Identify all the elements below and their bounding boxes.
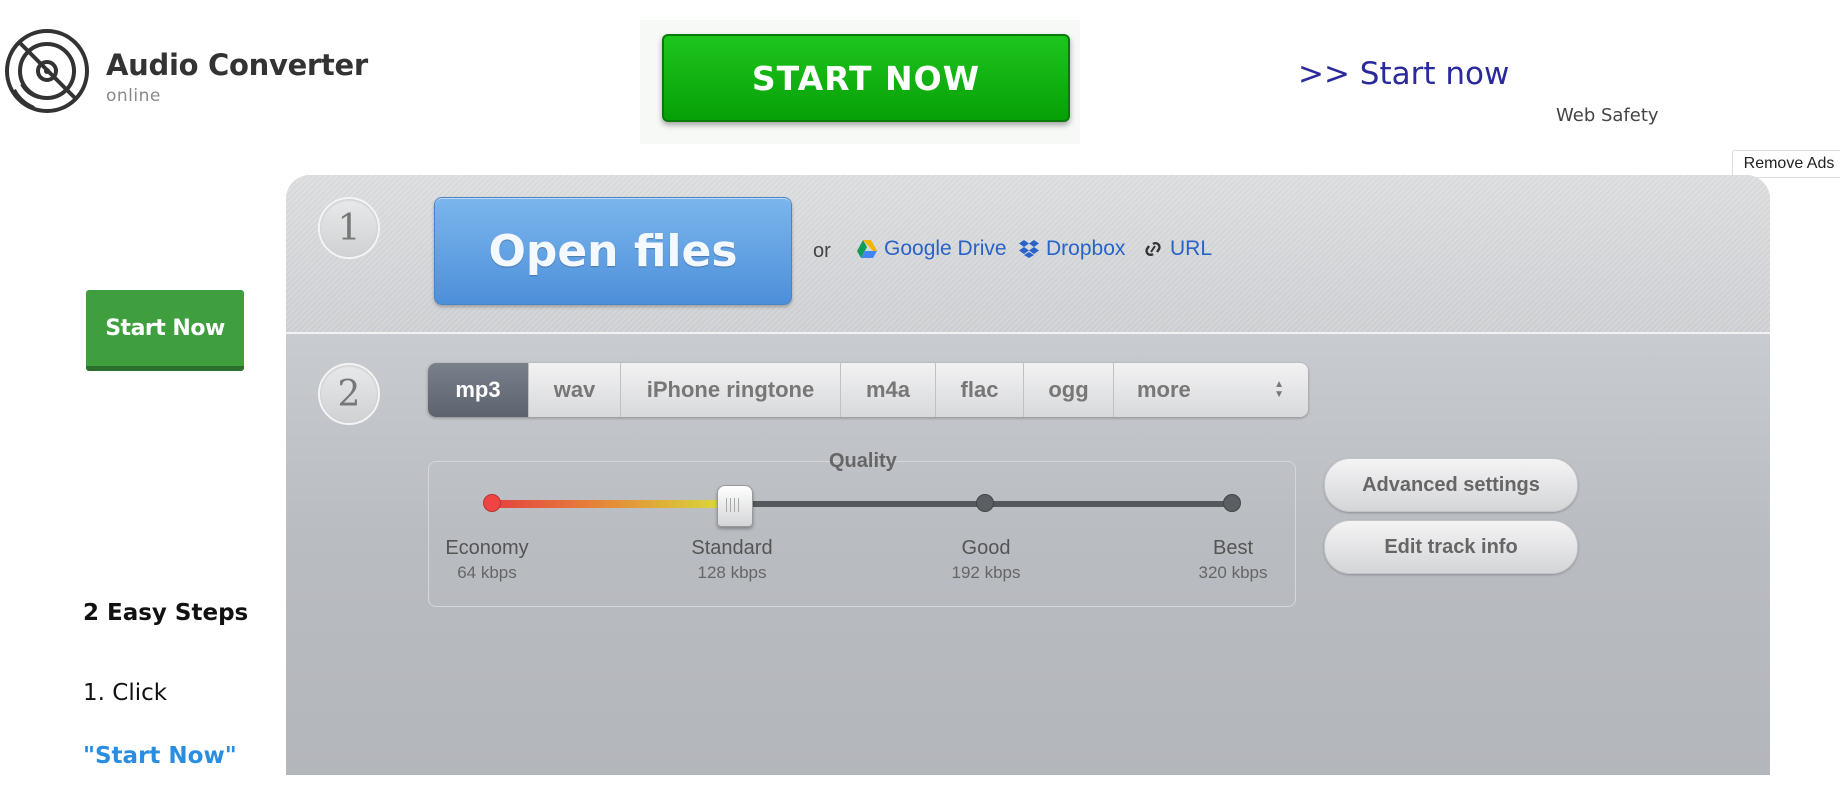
quality-tick-economy[interactable] [483, 494, 501, 512]
or-label: or [813, 240, 831, 262]
quality-level-good: Good [961, 537, 1011, 559]
step1-prefix: 1. Click [83, 680, 168, 706]
open-files-button[interactable]: Open files [434, 197, 792, 305]
quality-level-best: Best [1212, 537, 1254, 559]
step-number-2: 2 [318, 363, 380, 425]
ad-start-now-button[interactable]: START NOW [662, 34, 1070, 122]
dropbox-label: Dropbox [1046, 237, 1126, 260]
disc-icon [5, 29, 89, 113]
tab-format-wav[interactable]: wav [529, 363, 621, 417]
tab-format-m4a[interactable]: m4a [841, 363, 936, 417]
quality-box [428, 461, 1296, 607]
format-more-label: more [1137, 377, 1191, 402]
tab-format-iphone-ringtone[interactable]: iPhone ringtone [621, 363, 841, 417]
quality-slider-thumb[interactable] [717, 485, 753, 527]
quality-tick-best[interactable] [1223, 494, 1241, 512]
quality-level-standard: Standard [691, 537, 773, 559]
step-number-1: 1 [318, 197, 380, 259]
quality-slider-fill [492, 500, 722, 508]
format-more-select[interactable]: more ▲ ▼ [1114, 363, 1308, 417]
ad-start-now-link[interactable]: >> Start now [1298, 56, 1509, 92]
google-drive-icon [857, 240, 877, 258]
google-drive-label: Google Drive [884, 237, 1007, 260]
brand-name: Audio Converter [106, 48, 368, 82]
advanced-settings-button[interactable]: Advanced settings [1324, 458, 1578, 512]
dropbox-icon [1019, 240, 1039, 258]
tab-format-mp3[interactable]: mp3 [428, 363, 529, 417]
steps-title: 2 Easy Steps [83, 600, 249, 626]
quality-tick-good[interactable] [976, 494, 994, 512]
format-tabs: mp3 wav iPhone ringtone m4a flac ogg mor… [428, 363, 1308, 417]
step1-text: 1. Click "Start Now" [83, 662, 243, 788]
url-label: URL [1170, 237, 1213, 260]
tab-format-flac[interactable]: flac [936, 363, 1024, 417]
quality-level-economy: Economy [445, 537, 529, 559]
brand-subtitle: online [106, 86, 161, 106]
quality-rate-best: 320 kbps [1198, 563, 1268, 582]
converter-panel: 1 Open files or Google Drive Dropbox URL… [286, 175, 1770, 775]
tab-format-ogg[interactable]: ogg [1024, 363, 1114, 417]
sidebar-start-now-button[interactable]: Start Now [86, 290, 244, 371]
google-drive-link[interactable]: Google Drive [856, 237, 1007, 261]
select-arrows-icon: ▲ ▼ [1274, 379, 1284, 400]
web-safety-label: Web Safety [1556, 105, 1659, 126]
remove-ads-button[interactable]: Remove Ads [1732, 150, 1840, 178]
link-icon [1145, 241, 1161, 257]
quality-label: Quality [829, 450, 897, 472]
quality-rate-good: 192 kbps [951, 563, 1021, 582]
url-link[interactable]: URL [1142, 237, 1212, 261]
edit-track-info-button[interactable]: Edit track info [1324, 520, 1578, 574]
quality-rate-economy: 64 kbps [457, 563, 517, 582]
dropbox-link[interactable]: Dropbox [1018, 237, 1125, 261]
quality-rate-standard: 128 kbps [697, 563, 767, 582]
step1-start-now-link[interactable]: "Start Now" [83, 743, 237, 769]
